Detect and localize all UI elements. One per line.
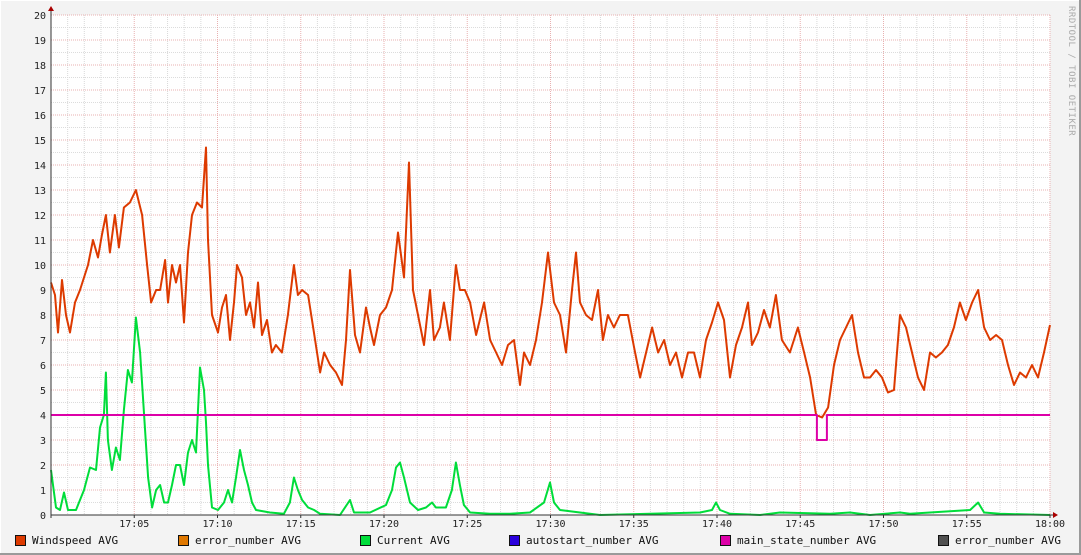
legend-label: autostart_number AVG — [526, 534, 659, 547]
y-tick-label: 8 — [40, 311, 46, 322]
y-tick-label: 6 — [40, 361, 46, 372]
legend-swatch-icon — [15, 535, 26, 546]
y-tick-label: 10 — [34, 261, 46, 272]
x-tick-label: 17:25 — [452, 519, 482, 530]
legend-item: Windspeed AVG — [15, 534, 118, 547]
legend-label: Current AVG — [377, 534, 450, 547]
x-tick-label: 17:45 — [785, 519, 815, 530]
legend: Windspeed AVG error_number AVG Current AVG… — [0, 534, 1081, 550]
x-tick-label: 17:20 — [369, 519, 399, 530]
legend-label: Windspeed AVG — [32, 534, 119, 547]
y-tick-label: 3 — [40, 436, 46, 447]
legend-label: error_number AVG — [195, 534, 301, 547]
y-tick-label: 19 — [34, 36, 46, 47]
x-axis-arrow-icon — [1053, 512, 1058, 518]
rrdtool-watermark: RRDTOOL / TOBI OETIKER — [1066, 6, 1076, 137]
y-tick-label: 18 — [34, 61, 46, 72]
x-tick-label: 17:40 — [702, 519, 732, 530]
y-axis-arrow-icon — [48, 6, 54, 11]
y-tick-label: 17 — [34, 86, 46, 97]
legend-item: error_number AVG — [178, 534, 301, 547]
legend-item: error_number AVG — [938, 534, 1061, 547]
y-tick-label: 9 — [40, 286, 46, 297]
y-tick-label: 15 — [34, 136, 46, 147]
y-tick-label: 5 — [40, 386, 46, 397]
y-tick-label: 12 — [34, 211, 46, 222]
x-tick-label: 17:55 — [952, 519, 982, 530]
legend-label: error_number AVG — [955, 534, 1061, 547]
legend-swatch-icon — [178, 535, 189, 546]
y-tick-label: 16 — [34, 111, 46, 122]
y-tick-label: 1 — [40, 486, 46, 497]
legend-swatch-icon — [509, 535, 520, 546]
x-tick-label: 17:15 — [286, 519, 316, 530]
legend-item: autostart_number AVG — [509, 534, 658, 547]
rrd-graph: 17:05 17:10 17:15 17:20 17:25 17:30 17:35 17:40… — [0, 0, 1081, 555]
chart-svg: 17:05 17:10 17:15 17:20 17:25 17:30 17:35 17:40… — [34, 6, 1065, 530]
legend-item: main_state_number AVG — [720, 534, 876, 547]
x-tick-label: 17:30 — [535, 519, 565, 530]
x-tick-label: 17:05 — [119, 519, 149, 530]
legend-item: Current AVG — [360, 534, 450, 547]
legend-swatch-icon — [360, 535, 371, 546]
y-tick-label: 0 — [40, 511, 46, 522]
y-tick-label: 11 — [34, 236, 46, 247]
x-tick-label: 17:35 — [619, 519, 649, 530]
legend-label: main_state_number AVG — [737, 534, 877, 547]
y-tick-label: 4 — [40, 411, 46, 422]
x-tick-label: 17:10 — [202, 519, 232, 530]
legend-swatch-icon — [720, 535, 731, 546]
x-tick-label: 18:00 — [1035, 519, 1065, 530]
legend-swatch-icon — [938, 535, 949, 546]
y-tick-label: 7 — [40, 336, 46, 347]
x-tick-label: 17:50 — [868, 519, 898, 530]
y-tick-label: 14 — [34, 161, 46, 172]
y-tick-label: 13 — [34, 186, 46, 197]
y-tick-label: 2 — [40, 461, 46, 472]
y-tick-label: 20 — [34, 11, 46, 22]
